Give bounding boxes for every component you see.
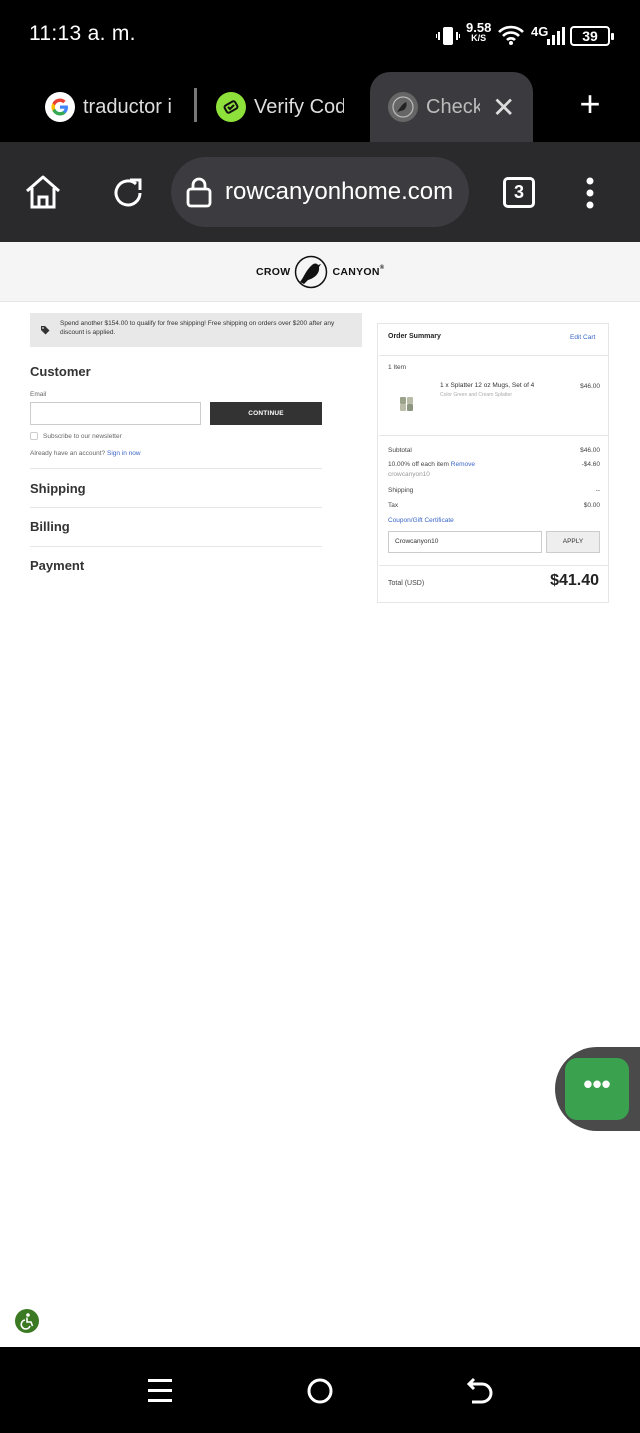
status-time: 11:13 a. m.	[29, 22, 136, 45]
chat-button[interactable]: •••	[565, 1058, 629, 1120]
sign-in-prompt: Already have an account? Sign in now	[30, 450, 141, 457]
section-divider	[30, 507, 322, 508]
tax-value: $0.00	[583, 502, 600, 509]
tab-label: Verify Cod	[254, 95, 344, 118]
email-field[interactable]	[30, 402, 201, 425]
order-summary-title: Order Summary	[388, 333, 441, 340]
crow-logo-icon	[295, 255, 328, 289]
logo-text-left: CROW	[256, 266, 291, 278]
back-icon[interactable]	[466, 1376, 494, 1406]
apply-coupon-button[interactable]: APPLY	[546, 531, 600, 553]
item-price: $46.00	[580, 383, 600, 390]
newsletter-checkbox[interactable]	[30, 432, 38, 440]
product-thumbnail	[400, 397, 413, 411]
status-bar: 11:13 a. m. 9.58 K/S 4G 39	[0, 0, 640, 72]
tab-strip: traductor i Verify Cod Check ✕	[0, 72, 640, 142]
free-shipping-banner: Spend another $154.00 to qualify for fre…	[30, 313, 362, 347]
newsletter-option[interactable]: Subscribe to our newsletter	[30, 432, 122, 440]
section-divider	[30, 468, 322, 469]
new-tab-icon[interactable]: +	[572, 82, 608, 126]
discount-line: 10.00% off each item Remove	[388, 461, 475, 468]
vibrate-icon	[436, 27, 460, 45]
tag-icon	[41, 326, 50, 335]
item-name: 1 x Splatter 12 oz Mugs, Set of 4	[440, 382, 535, 389]
shipping-label: Shipping	[388, 487, 414, 494]
google-icon	[45, 92, 75, 122]
payment-heading[interactable]: Payment	[30, 558, 84, 573]
shipping-value: --	[595, 487, 600, 494]
remove-discount-link[interactable]: Remove	[451, 461, 475, 468]
total-label: Total (USD)	[388, 580, 425, 587]
billing-heading[interactable]: Billing	[30, 519, 70, 534]
verify-icon	[216, 92, 246, 122]
address-bar[interactable]: rowcanyonhome.com	[171, 157, 469, 227]
accessibility-button[interactable]	[15, 1309, 39, 1333]
wifi-icon	[498, 25, 524, 45]
battery-indicator: 39	[570, 26, 614, 46]
coupon-field[interactable]: Crowcanyon10	[388, 531, 542, 553]
promo-text: Spend another $154.00 to qualify for fre…	[60, 320, 335, 336]
email-label: Email	[30, 391, 47, 398]
summary-divider	[379, 355, 609, 356]
account-prompt-text: Already have an account?	[30, 450, 106, 457]
accessibility-icon	[20, 1313, 34, 1330]
item-variant: Color Green and Cream Splatter	[440, 392, 512, 398]
edit-cart-link[interactable]: Edit Cart	[570, 334, 595, 341]
url-text: rowcanyonhome.com	[225, 178, 454, 205]
tab-label: Check	[426, 95, 480, 118]
site-logo[interactable]: CROW CANYON ®	[256, 254, 385, 290]
home-icon[interactable]	[24, 174, 62, 210]
network-speed-value: 9.58	[466, 20, 492, 35]
section-divider	[30, 546, 322, 547]
summary-divider	[379, 435, 609, 436]
more-options-icon[interactable]	[584, 176, 596, 210]
newsletter-label: Subscribe to our newsletter	[43, 432, 122, 440]
home-nav-icon[interactable]	[305, 1376, 335, 1406]
signal-icon	[547, 27, 565, 45]
discount-value: -$4.60	[581, 461, 600, 468]
discount-label: 10.00% off each item	[388, 461, 449, 468]
discount-code: crowcanyon10	[388, 471, 430, 478]
coupon-link[interactable]: Coupon/Gift Certificate	[388, 517, 454, 524]
lock-icon	[186, 177, 212, 208]
crow-canyon-favicon	[388, 92, 418, 122]
tab-label: traductor i	[83, 95, 172, 118]
sign-in-link[interactable]: Sign in now	[107, 450, 141, 457]
network-speed: 9.58 K/S	[466, 20, 492, 44]
tax-label: Tax	[388, 502, 399, 509]
tab-switcher-button[interactable]: 3	[503, 177, 535, 208]
tab-verify[interactable]: Verify Cod	[216, 72, 344, 142]
logo-text-right: CANYON	[332, 266, 380, 278]
summary-divider	[379, 565, 609, 566]
item-count: 1 Item	[388, 364, 407, 371]
shipping-heading[interactable]: Shipping	[30, 481, 86, 496]
reload-icon[interactable]	[111, 176, 145, 210]
tab-google[interactable]: traductor i	[45, 72, 173, 142]
continue-button[interactable]: CONTINUE	[210, 402, 322, 425]
customer-heading: Customer	[30, 364, 91, 379]
tab-separator	[194, 88, 197, 122]
recent-apps-icon[interactable]	[147, 1377, 173, 1405]
subtotal-label: Subtotal	[388, 447, 412, 454]
close-tab-icon[interactable]: ✕	[492, 91, 515, 124]
subtotal-value: $46.00	[580, 447, 600, 454]
tab-checkout[interactable]: Check ✕	[370, 72, 533, 142]
logo-trademark: ®	[379, 265, 385, 271]
total-value: $41.40	[550, 572, 599, 589]
